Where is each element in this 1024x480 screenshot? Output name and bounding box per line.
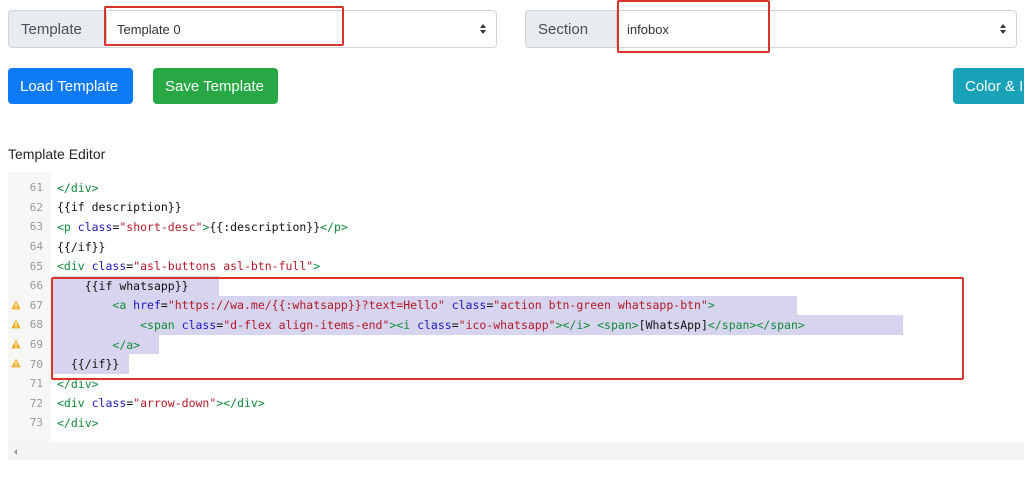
color-button[interactable]: Color & I bbox=[953, 68, 1024, 104]
template-select-group: Template Template 0 bbox=[8, 10, 497, 48]
code-token: <a bbox=[112, 298, 134, 313]
code-text: </div> bbox=[57, 377, 99, 391]
code-token: </a> bbox=[112, 337, 141, 352]
code-line[interactable]: 69 </a> bbox=[8, 334, 1024, 355]
code-token: "ico-whatsapp" bbox=[458, 317, 556, 332]
code-line[interactable]: 67 <a href="https://wa.me/{{:whatsapp}}?… bbox=[8, 295, 1024, 316]
code-line[interactable]: 73 </div> bbox=[8, 413, 1024, 433]
line-number: 64 bbox=[29, 240, 43, 254]
code-token: <div bbox=[57, 396, 92, 411]
code-token: class bbox=[77, 219, 113, 234]
code-text: </div> bbox=[57, 181, 99, 195]
code-line[interactable]: 61 </div> bbox=[8, 178, 1024, 198]
code-token: "arrow-down" bbox=[133, 396, 217, 411]
code-token: = bbox=[160, 298, 168, 313]
code-token: = bbox=[451, 317, 459, 332]
line-number: 62 bbox=[29, 200, 43, 214]
code-token: class bbox=[451, 298, 487, 313]
code-editor[interactable]: 61 </div> 62 {{if description}} 63 <p class="… bbox=[8, 172, 1024, 460]
code-line[interactable]: 63 <p class="short-desc">{{:description}}… bbox=[8, 217, 1024, 237]
code-token: [WhatsApp] bbox=[638, 317, 708, 332]
select-arrows-icon bbox=[480, 24, 486, 34]
section-select[interactable]: infobox bbox=[616, 10, 1017, 48]
code-token: class bbox=[181, 317, 217, 332]
line-number: 65 bbox=[29, 259, 43, 273]
code-text: <div class="arrow-down"></div> bbox=[57, 396, 265, 410]
section-select-group: Section infobox bbox=[525, 10, 1017, 48]
line-number: 70 bbox=[29, 357, 43, 371]
code-token: </p> bbox=[320, 219, 348, 234]
code-text: {{/if}} bbox=[57, 357, 119, 371]
code-token: </div> bbox=[57, 376, 99, 391]
code-text: </div> bbox=[57, 416, 99, 430]
code-token: </div> bbox=[57, 180, 99, 195]
code-line[interactable]: 72 <div class="arrow-down"></div> bbox=[8, 394, 1024, 414]
line-number: 73 bbox=[29, 416, 43, 430]
scroll-left-icon[interactable] bbox=[14, 449, 17, 455]
code-token: <div bbox=[57, 259, 92, 274]
line-number: 63 bbox=[29, 220, 43, 234]
template-editor-label: Template Editor bbox=[8, 146, 106, 162]
template-select-value: Template 0 bbox=[117, 21, 181, 37]
code-line[interactable]: 64 {{/if}} bbox=[8, 237, 1024, 257]
code-token: </span></span> bbox=[707, 317, 805, 332]
horizontal-scrollbar[interactable] bbox=[8, 442, 1024, 460]
line-number: 71 bbox=[29, 377, 43, 391]
code-token: class bbox=[417, 317, 452, 332]
code-text: <div class="asl-buttons asl-btn-full"> bbox=[57, 259, 320, 273]
code-token: {{/if}} bbox=[57, 239, 106, 254]
code-token: ></div> bbox=[216, 396, 265, 411]
code-token: class bbox=[91, 396, 127, 411]
code-token: "asl-buttons asl-btn-full" bbox=[133, 259, 314, 274]
line-number: 67 bbox=[29, 298, 43, 312]
code-token: </div> bbox=[57, 415, 99, 430]
code-text: {{if whatsapp}} bbox=[57, 279, 189, 293]
code-text: <span class="d-flex align-items-end"><i … bbox=[57, 318, 805, 332]
code-line[interactable]: 71 </div> bbox=[8, 374, 1024, 394]
line-number: 66 bbox=[29, 279, 43, 293]
save-template-button[interactable]: Save Template bbox=[153, 68, 278, 104]
line-number: 72 bbox=[29, 396, 43, 410]
code-line[interactable]: 66 {{if whatsapp}} bbox=[8, 276, 1024, 296]
code-line[interactable]: 68 <span class="d-flex align-items-end">… bbox=[8, 315, 1024, 335]
code-line[interactable]: 70 {{/if}} bbox=[8, 354, 1024, 374]
code-token: "d-flex align-items-end" bbox=[223, 317, 390, 332]
code-token: > bbox=[707, 298, 715, 313]
code-text: <a href="https://wa.me/{{:whatsapp}}?tex… bbox=[57, 298, 715, 313]
code-token: <span bbox=[140, 317, 182, 332]
code-token: "short-desc" bbox=[119, 219, 203, 234]
line-number: 61 bbox=[29, 181, 43, 195]
code-token: "action btn-green whatsapp-btn" bbox=[493, 298, 708, 313]
code-text: </a> bbox=[57, 338, 140, 352]
code-token: {{:description}} bbox=[209, 219, 321, 234]
template-select[interactable]: Template 0 bbox=[106, 10, 497, 48]
code-token: href bbox=[133, 298, 161, 313]
template-label: Template bbox=[8, 10, 106, 48]
select-arrows-icon bbox=[1000, 24, 1006, 34]
code-token: ></i> <span> bbox=[555, 317, 639, 332]
code-token: {{if description}} bbox=[57, 200, 182, 215]
code-line[interactable]: 65 <div class="asl-buttons asl-btn-full"> bbox=[8, 256, 1024, 276]
code-text: <p class="short-desc">{{:description}}</… bbox=[57, 220, 348, 234]
code-token: {{if whatsapp}} bbox=[84, 278, 189, 293]
section-label: Section bbox=[525, 10, 616, 48]
section-select-value: infobox bbox=[627, 21, 669, 37]
code-token: {{/if}} bbox=[70, 357, 120, 372]
code-text: {{if description}} bbox=[57, 200, 182, 214]
code-token: > bbox=[313, 259, 321, 274]
code-token: "https://wa.me/{{:whatsapp}}?text=Hello" bbox=[167, 298, 445, 313]
code-token: <p bbox=[57, 219, 78, 234]
load-template-button[interactable]: Load Template bbox=[8, 68, 133, 104]
line-number: 69 bbox=[29, 338, 43, 352]
code-text: {{/if}} bbox=[57, 240, 105, 254]
code-token: ><i bbox=[389, 317, 418, 332]
line-number: 68 bbox=[29, 318, 43, 332]
code-token: class bbox=[91, 259, 127, 274]
code-line[interactable]: 62 {{if description}} bbox=[8, 198, 1024, 218]
